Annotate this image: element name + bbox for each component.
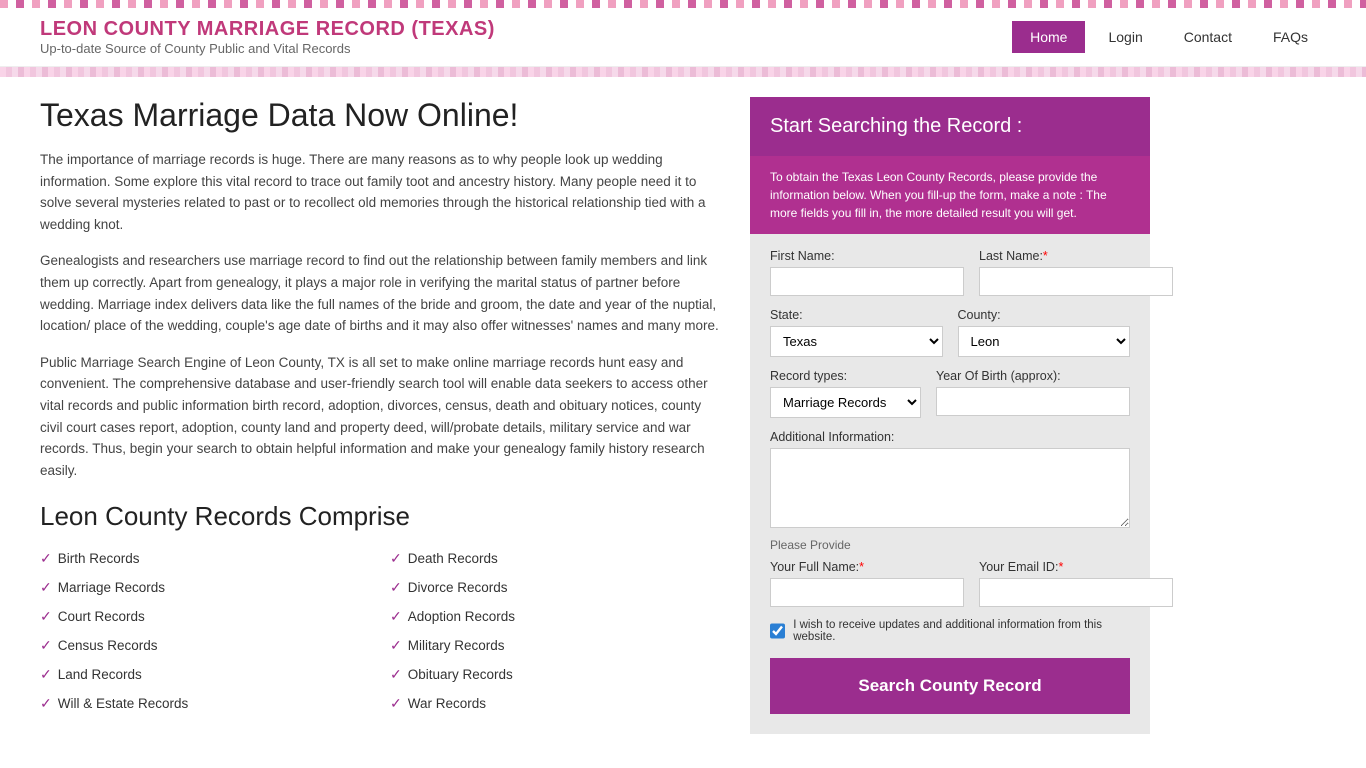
list-item: ✓ Obituary Records (390, 663, 720, 686)
search-panel: Start Searching the Record : To obtain t… (750, 97, 1150, 734)
panel-subtext: To obtain the Texas Leon County Records,… (750, 156, 1150, 234)
record-type-select[interactable]: Marriage Records Birth Records Death Rec… (770, 387, 921, 418)
year-of-birth-input[interactable] (936, 387, 1130, 416)
check-icon: ✓ (40, 579, 52, 596)
first-name-input[interactable] (770, 267, 964, 296)
list-item: ✓ Adoption Records (390, 605, 720, 628)
please-provide-text: Please Provide (770, 538, 1130, 552)
deco-border (0, 67, 1366, 77)
records-grid: ✓ Birth Records ✓ Death Records ✓ Marria… (40, 547, 720, 715)
top-border (0, 0, 1366, 8)
county-select[interactable]: Leon Anderson (958, 326, 1131, 357)
list-item: ✓ Marriage Records (40, 576, 370, 599)
check-icon: ✓ (40, 695, 52, 712)
additional-info-label: Additional Information: (770, 430, 1130, 444)
record-label: War Records (408, 696, 486, 711)
email-input[interactable] (979, 578, 1173, 607)
check-icon: ✓ (390, 579, 402, 596)
first-name-label: First Name: (770, 249, 964, 263)
header: LEON COUNTY MARRIAGE RECORD (TEXAS) Up-t… (0, 8, 1366, 67)
county-group: County: Leon Anderson (958, 308, 1131, 357)
para-2: Genealogists and researchers use marriag… (40, 250, 720, 336)
record-label: Census Records (58, 638, 158, 653)
record-label: Adoption Records (408, 609, 515, 624)
record-label: Court Records (58, 609, 145, 624)
record-type-group: Record types: Marriage Records Birth Rec… (770, 369, 921, 418)
header-title-block: LEON COUNTY MARRIAGE RECORD (TEXAS) Up-t… (40, 18, 495, 56)
year-of-birth-group: Year Of Birth (approx): (936, 369, 1130, 418)
main-nav: Home Login Contact FAQs (1012, 21, 1326, 53)
record-label: Birth Records (58, 551, 140, 566)
full-name-label: Your Full Name:* (770, 560, 964, 574)
panel-form: First Name: Last Name:* State: Texas Ala… (750, 234, 1150, 734)
checkbox-row: I wish to receive updates and additional… (770, 619, 1130, 643)
main-heading: Texas Marriage Data Now Online! (40, 97, 720, 134)
list-item: ✓ Birth Records (40, 547, 370, 570)
state-group: State: Texas Alabama Alaska (770, 308, 943, 357)
additional-info-textarea[interactable] (770, 448, 1130, 528)
check-icon: ✓ (390, 550, 402, 567)
list-item: ✓ Court Records (40, 605, 370, 628)
list-item: ✓ Census Records (40, 634, 370, 657)
full-name-input[interactable] (770, 578, 964, 607)
form-row-record-year: Record types: Marriage Records Birth Rec… (770, 369, 1130, 418)
record-label: Land Records (58, 667, 142, 682)
nav-contact[interactable]: Contact (1166, 21, 1250, 53)
panel-header: Start Searching the Record : (750, 97, 1150, 156)
last-name-input[interactable] (979, 267, 1173, 296)
state-label: State: (770, 308, 943, 322)
check-icon: ✓ (390, 637, 402, 654)
main-content: Texas Marriage Data Now Online! The impo… (0, 77, 1366, 754)
check-icon: ✓ (390, 695, 402, 712)
full-name-group: Your Full Name:* (770, 560, 964, 607)
nav-login[interactable]: Login (1090, 21, 1160, 53)
check-icon: ✓ (390, 666, 402, 683)
list-item: ✓ War Records (390, 692, 720, 715)
check-icon: ✓ (390, 608, 402, 625)
list-item: ✓ Divorce Records (390, 576, 720, 599)
state-select[interactable]: Texas Alabama Alaska (770, 326, 943, 357)
email-required: * (1058, 560, 1063, 574)
year-of-birth-label: Year Of Birth (approx): (936, 369, 1130, 383)
record-label: Death Records (408, 551, 498, 566)
record-type-label: Record types: (770, 369, 921, 383)
record-label: Divorce Records (408, 580, 508, 595)
para-1: The importance of marriage records is hu… (40, 149, 720, 235)
email-group: Your Email ID:* (979, 560, 1173, 607)
record-label: Military Records (408, 638, 505, 653)
site-title: LEON COUNTY MARRIAGE RECORD (TEXAS) (40, 18, 495, 41)
first-name-group: First Name: (770, 249, 964, 296)
newsletter-checkbox[interactable] (770, 623, 785, 639)
full-name-required: * (859, 560, 864, 574)
check-icon: ✓ (40, 666, 52, 683)
county-label: County: (958, 308, 1131, 322)
site-subtitle: Up-to-date Source of County Public and V… (40, 41, 495, 56)
last-name-required: * (1043, 249, 1048, 263)
last-name-label: Last Name:* (979, 249, 1173, 263)
last-name-group: Last Name:* (979, 249, 1173, 296)
records-section-heading: Leon County Records Comprise (40, 501, 720, 532)
para-3: Public Marriage Search Engine of Leon Co… (40, 352, 720, 482)
list-item: ✓ Military Records (390, 634, 720, 657)
check-icon: ✓ (40, 608, 52, 625)
search-county-button[interactable]: Search County Record (770, 658, 1130, 714)
form-row-contact: Your Full Name:* Your Email ID:* (770, 560, 1130, 607)
nav-faqs[interactable]: FAQs (1255, 21, 1326, 53)
list-item: ✓ Land Records (40, 663, 370, 686)
check-icon: ✓ (40, 637, 52, 654)
check-icon: ✓ (40, 550, 52, 567)
left-content: Texas Marriage Data Now Online! The impo… (40, 97, 720, 734)
additional-info-group: Additional Information: (770, 430, 1130, 528)
record-label: Marriage Records (58, 580, 165, 595)
record-label: Will & Estate Records (58, 696, 189, 711)
checkbox-label: I wish to receive updates and additional… (793, 619, 1130, 643)
record-label: Obituary Records (408, 667, 513, 682)
form-row-state-county: State: Texas Alabama Alaska County: Leon… (770, 308, 1130, 357)
nav-home[interactable]: Home (1012, 21, 1085, 53)
form-row-name: First Name: Last Name:* (770, 249, 1130, 296)
list-item: ✓ Will & Estate Records (40, 692, 370, 715)
list-item: ✓ Death Records (390, 547, 720, 570)
email-label: Your Email ID:* (979, 560, 1173, 574)
